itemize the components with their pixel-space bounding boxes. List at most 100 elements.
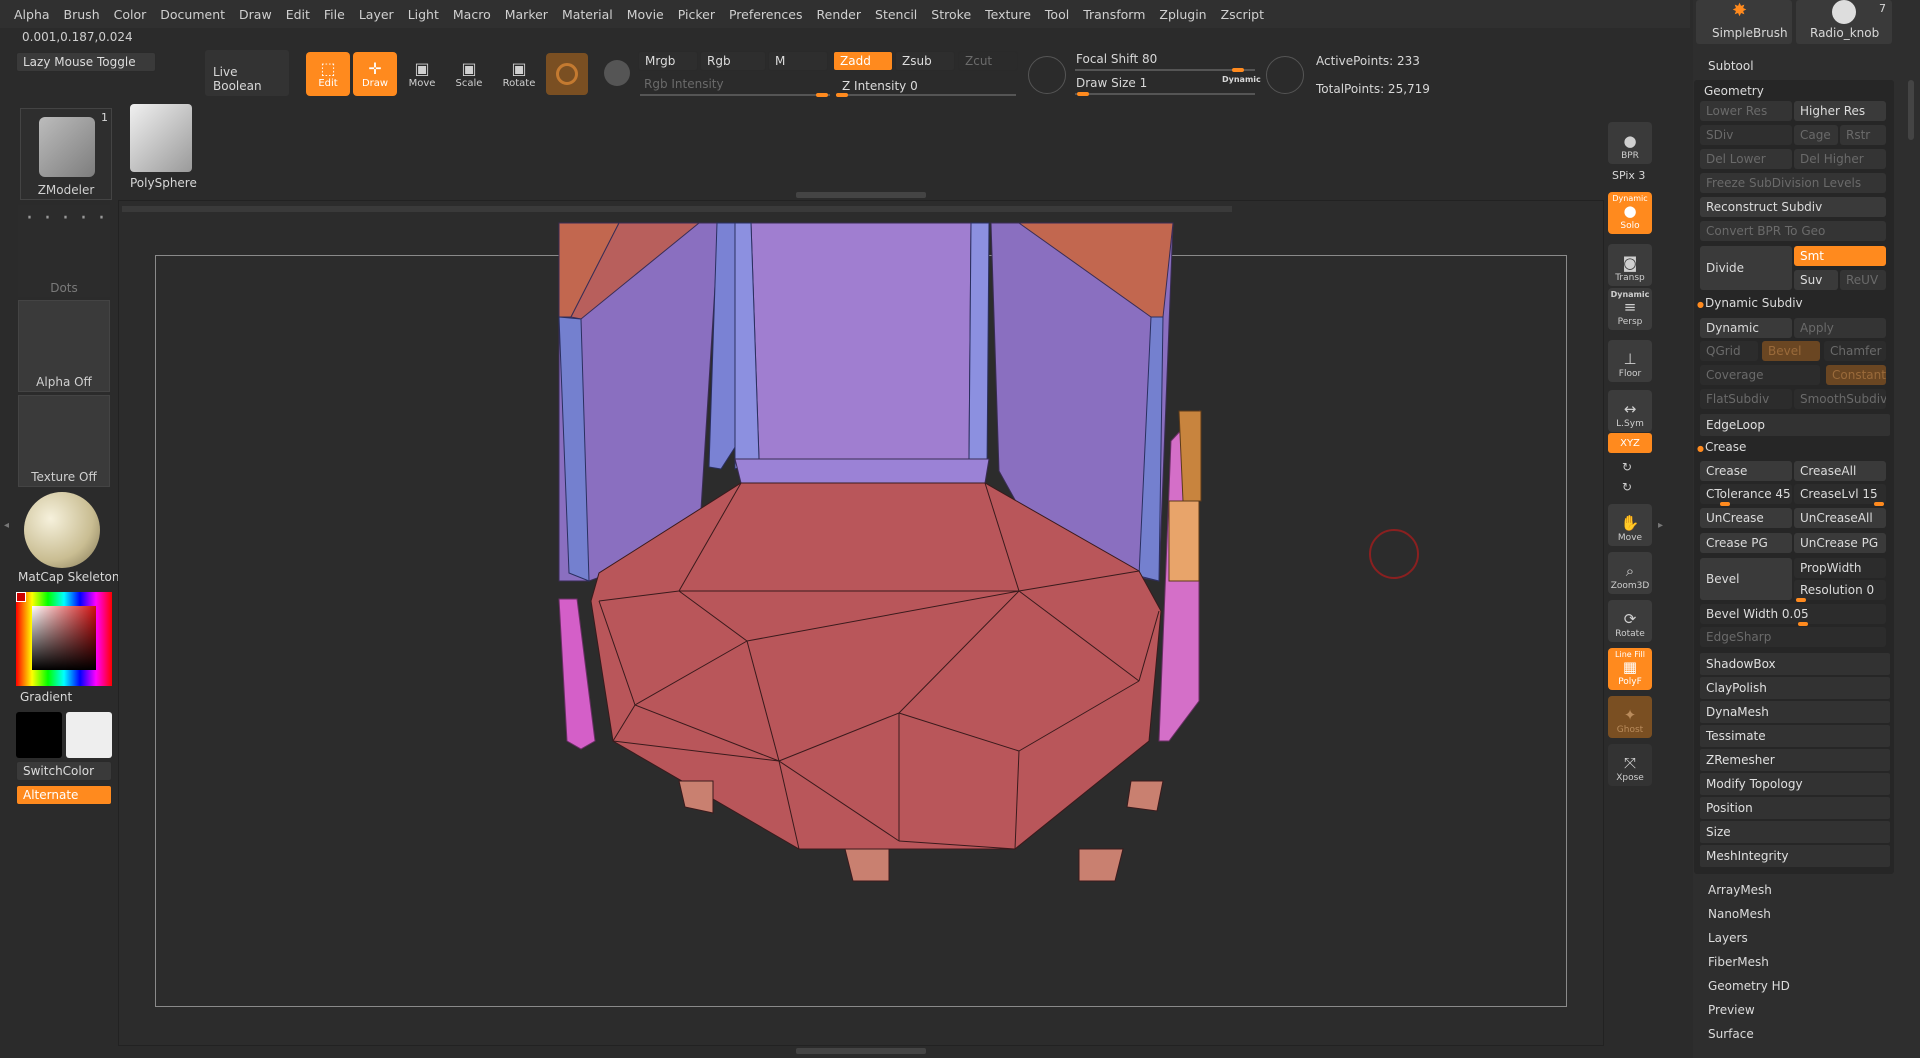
chamfer-button[interactable]: Chamfer: [1824, 341, 1886, 361]
alternate-button[interactable]: Alternate: [16, 785, 112, 805]
spix-slider[interactable]: SPix 3: [1612, 169, 1645, 182]
qgrid-slider[interactable]: QGrid: [1700, 341, 1758, 361]
rgb-intensity-knob[interactable]: [816, 93, 828, 97]
bevel-width-slider[interactable]: Bevel Width 0.05: [1700, 604, 1886, 624]
zmodeler-brush-thumb[interactable]: 1 ZModeler: [20, 108, 112, 200]
homepage-icon[interactable]: [604, 60, 630, 86]
position-section[interactable]: Position: [1700, 797, 1890, 819]
menu-item-transform[interactable]: Transform: [1083, 7, 1145, 22]
uncrease-button[interactable]: UnCrease: [1700, 508, 1792, 528]
mrgb-button[interactable]: Mrgb: [638, 51, 698, 71]
menu-item-render[interactable]: Render: [817, 7, 862, 22]
lazy-mouse-toggle-button[interactable]: Lazy Mouse Toggle: [16, 52, 156, 72]
layers-section[interactable]: Layers: [1708, 931, 1748, 945]
z-intensity-slider[interactable]: Z Intensity 0: [842, 79, 918, 93]
main-color-swatch[interactable]: [16, 712, 62, 758]
geometry-section[interactable]: Geometry: [1704, 84, 1764, 98]
rotate-view-button[interactable]: ⟳ Rotate: [1608, 600, 1652, 642]
floor-button[interactable]: ⊥ Floor: [1608, 340, 1652, 382]
shadowbox-section[interactable]: ShadowBox: [1700, 653, 1890, 675]
ctolerance-knob[interactable]: [1720, 502, 1730, 506]
menu-item-preferences[interactable]: Preferences: [729, 7, 803, 22]
menu-item-layer[interactable]: Layer: [359, 7, 394, 22]
menu-item-picker[interactable]: Picker: [678, 7, 715, 22]
fibermesh-section[interactable]: FiberMesh: [1708, 955, 1769, 969]
horizontal-scrollbar[interactable]: [122, 206, 1232, 212]
uncrease-pg-button[interactable]: UnCrease PG: [1794, 533, 1886, 553]
arraymesh-section[interactable]: ArrayMesh: [1708, 883, 1772, 897]
solo-button[interactable]: Dynamic ● Solo: [1608, 192, 1652, 234]
menu-item-light[interactable]: Light: [408, 7, 439, 22]
xyz-button[interactable]: XYZ: [1608, 433, 1652, 453]
creaselvl-knob[interactable]: [1874, 502, 1884, 506]
top-scroll-handle[interactable]: [796, 192, 926, 198]
surface-section[interactable]: Surface: [1708, 1027, 1754, 1041]
menu-item-marker[interactable]: Marker: [505, 7, 548, 22]
edgesharp-slider[interactable]: EdgeSharp: [1700, 627, 1886, 647]
draw-size-slider[interactable]: Draw Size 1: [1076, 76, 1147, 90]
tessimate-section[interactable]: Tessimate: [1700, 725, 1890, 747]
color-picker[interactable]: [16, 592, 112, 686]
texture-thumb[interactable]: Texture Off: [18, 395, 110, 487]
sculptris-pro-button[interactable]: [546, 53, 588, 95]
menu-item-document[interactable]: Document: [160, 7, 225, 22]
resolution-knob[interactable]: [1796, 598, 1806, 602]
ghost-button[interactable]: ✦ Ghost: [1608, 696, 1652, 738]
size-section[interactable]: Size: [1700, 821, 1890, 843]
alpha-thumb[interactable]: Alpha Off: [18, 300, 110, 392]
menu-item-stroke[interactable]: Stroke: [931, 7, 971, 22]
convert-bpr-button[interactable]: Convert BPR To Geo: [1700, 221, 1886, 241]
menu-item-zplugin[interactable]: Zplugin: [1159, 7, 1206, 22]
rgb-button[interactable]: Rgb: [700, 51, 766, 71]
transp-button[interactable]: ◙ Transp: [1608, 244, 1652, 286]
sdiv-slider[interactable]: SDiv: [1700, 125, 1792, 145]
del-higher-button[interactable]: Del Higher: [1794, 149, 1886, 169]
bottom-scroll-handle[interactable]: [796, 1048, 926, 1054]
z-rotate-icon[interactable]: ↻: [1622, 480, 1632, 494]
menu-item-edit[interactable]: Edit: [286, 7, 310, 22]
crease-pg-button[interactable]: Crease PG: [1700, 533, 1792, 553]
dynamic-subdiv-section[interactable]: Dynamic Subdiv: [1705, 296, 1803, 310]
creaselvl-slider[interactable]: CreaseLvl 15: [1794, 484, 1886, 504]
rstr-button[interactable]: Rstr: [1840, 125, 1886, 145]
focal-shift-knob[interactable]: [1232, 68, 1244, 72]
right-collapse-arrow-icon[interactable]: ▸: [1658, 520, 1663, 531]
dynamic-toggle[interactable]: Dynamic: [1222, 75, 1261, 84]
switchcolor-button[interactable]: SwitchColor: [16, 761, 112, 781]
move-button[interactable]: ▣ Move: [400, 52, 444, 96]
bevel-button[interactable]: Bevel: [1700, 558, 1792, 600]
reuv-button[interactable]: ReUV: [1840, 270, 1886, 290]
meshintegrity-section[interactable]: MeshIntegrity: [1700, 845, 1890, 867]
smoothsubdiv-slider[interactable]: SmoothSubdiv: [1794, 389, 1886, 409]
edgeloop-section[interactable]: EdgeLoop: [1700, 414, 1890, 436]
gradient-label[interactable]: Gradient: [20, 690, 72, 704]
polyf-button[interactable]: Line Fill ▦ PolyF: [1608, 648, 1652, 690]
menu-item-stencil[interactable]: Stencil: [875, 7, 917, 22]
zoom3d-button[interactable]: ⌕ Zoom3D: [1608, 552, 1652, 594]
menu-item-file[interactable]: File: [324, 7, 345, 22]
crease-button[interactable]: Crease: [1700, 461, 1792, 481]
persp-button[interactable]: Dynamic ≡ Persp: [1608, 288, 1652, 330]
menu-item-macro[interactable]: Macro: [453, 7, 491, 22]
polysphere-thumb[interactable]: PolySphere: [122, 102, 200, 194]
move-view-button[interactable]: ✋ Move: [1608, 504, 1652, 546]
claypolish-section[interactable]: ClayPolish: [1700, 677, 1890, 699]
dynamic-bevel-button[interactable]: Bevel: [1762, 341, 1820, 361]
zremesher-section[interactable]: ZRemesher: [1700, 749, 1890, 771]
rgb-intensity-slider[interactable]: Rgb Intensity: [644, 77, 724, 91]
constant-button[interactable]: Constant: [1826, 365, 1886, 385]
z-intensity-knob[interactable]: [836, 93, 848, 97]
reconstruct-subdiv-button[interactable]: Reconstruct Subdiv: [1700, 197, 1886, 217]
stroke-dots-thumb[interactable]: · · · · · Dots: [18, 205, 110, 297]
suv-button[interactable]: Suv: [1794, 270, 1838, 290]
preview-section[interactable]: Preview: [1708, 1003, 1755, 1017]
propwidth-button[interactable]: PropWidth: [1794, 558, 1886, 578]
draw-button[interactable]: ✛ Draw: [353, 52, 397, 96]
crease-section[interactable]: Crease: [1705, 440, 1746, 454]
dynamic-button[interactable]: Dynamic: [1700, 318, 1792, 338]
menu-item-tool[interactable]: Tool: [1045, 7, 1069, 22]
nanomesh-section[interactable]: NanoMesh: [1708, 907, 1771, 921]
freeze-subdivision-button[interactable]: Freeze SubDivision Levels: [1700, 173, 1886, 193]
stroke-d-icon[interactable]: [1266, 56, 1304, 94]
left-collapse-arrow-icon[interactable]: ◂: [4, 520, 10, 540]
